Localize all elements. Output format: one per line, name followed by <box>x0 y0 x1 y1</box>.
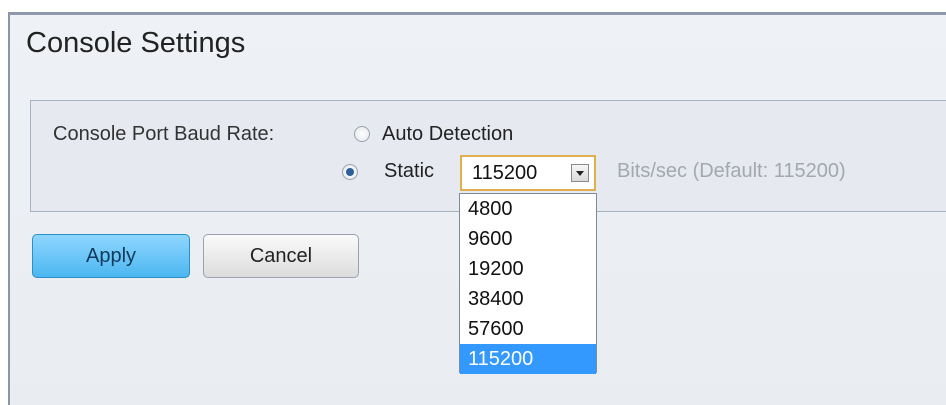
auto-detection-radio[interactable] <box>354 126 370 142</box>
page-title: Console Settings <box>26 27 246 59</box>
static-radio[interactable] <box>342 164 358 180</box>
baud-rate-dropdown[interactable]: 4800 9600 19200 38400 57600 115200 <box>459 193 597 374</box>
static-label[interactable]: Static <box>384 160 434 183</box>
chevron-down-icon[interactable] <box>571 164 589 182</box>
dropdown-option[interactable]: 4800 <box>460 194 596 224</box>
dropdown-option-selected[interactable]: 115200 <box>460 344 596 374</box>
baud-rate-select[interactable]: 115200 <box>460 155 596 191</box>
baud-rate-hint: Bits/sec (Default: 115200) <box>617 160 846 182</box>
baud-rate-select-value: 115200 <box>472 162 538 184</box>
dropdown-option[interactable]: 38400 <box>460 284 596 314</box>
dropdown-option[interactable]: 19200 <box>460 254 596 284</box>
cancel-button[interactable]: Cancel <box>203 234 359 278</box>
baud-rate-label: Console Port Baud Rate: <box>53 123 275 145</box>
auto-detection-label[interactable]: Auto Detection <box>382 123 513 146</box>
dropdown-option[interactable]: 9600 <box>460 224 596 254</box>
apply-button[interactable]: Apply <box>32 234 190 278</box>
dropdown-option[interactable]: 57600 <box>460 314 596 344</box>
